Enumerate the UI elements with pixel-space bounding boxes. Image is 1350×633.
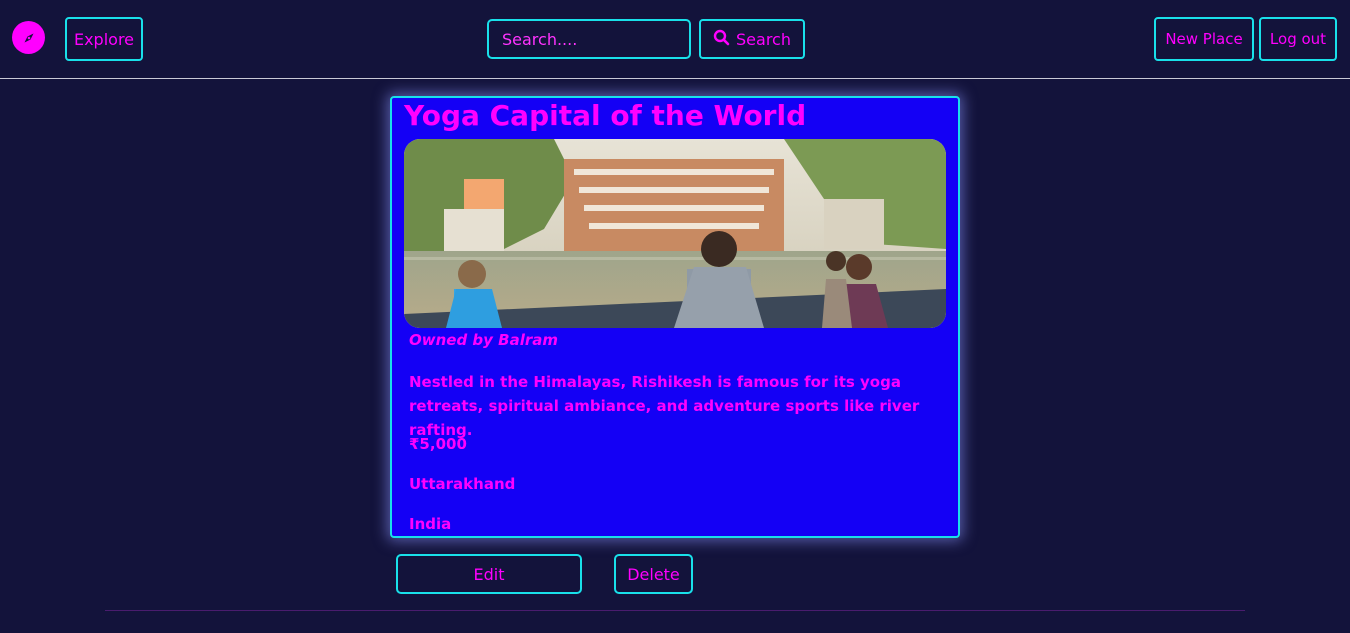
compass-icon[interactable] xyxy=(12,21,45,54)
search-button-label: Search xyxy=(736,29,791,49)
listing-owner: Owned by Balram xyxy=(409,331,559,349)
new-place-link[interactable]: New Place xyxy=(1154,17,1254,61)
search-button[interactable]: Search xyxy=(699,19,805,59)
search-input[interactable] xyxy=(487,19,691,59)
logout-link[interactable]: Log out xyxy=(1259,17,1337,61)
edit-button[interactable]: Edit xyxy=(396,554,582,594)
delete-button[interactable]: Delete xyxy=(614,554,693,594)
navbar: Explore Search New Place Log out xyxy=(0,0,1350,79)
search-icon xyxy=(713,29,730,50)
listing-description: Nestled in the Himalayas, Rishikesh is f… xyxy=(409,373,920,439)
listing-title: Yoga Capital of the World xyxy=(404,99,807,132)
listing-price: ₹5,000 xyxy=(409,435,467,453)
listing-image xyxy=(404,139,946,328)
listing-country: India xyxy=(409,515,452,533)
listing-card: Yoga Capital of the World Owned by Balra… xyxy=(390,96,960,538)
explore-link[interactable]: Explore xyxy=(65,17,143,61)
divider xyxy=(105,610,1245,611)
listing-location: Uttarakhand xyxy=(409,475,516,493)
